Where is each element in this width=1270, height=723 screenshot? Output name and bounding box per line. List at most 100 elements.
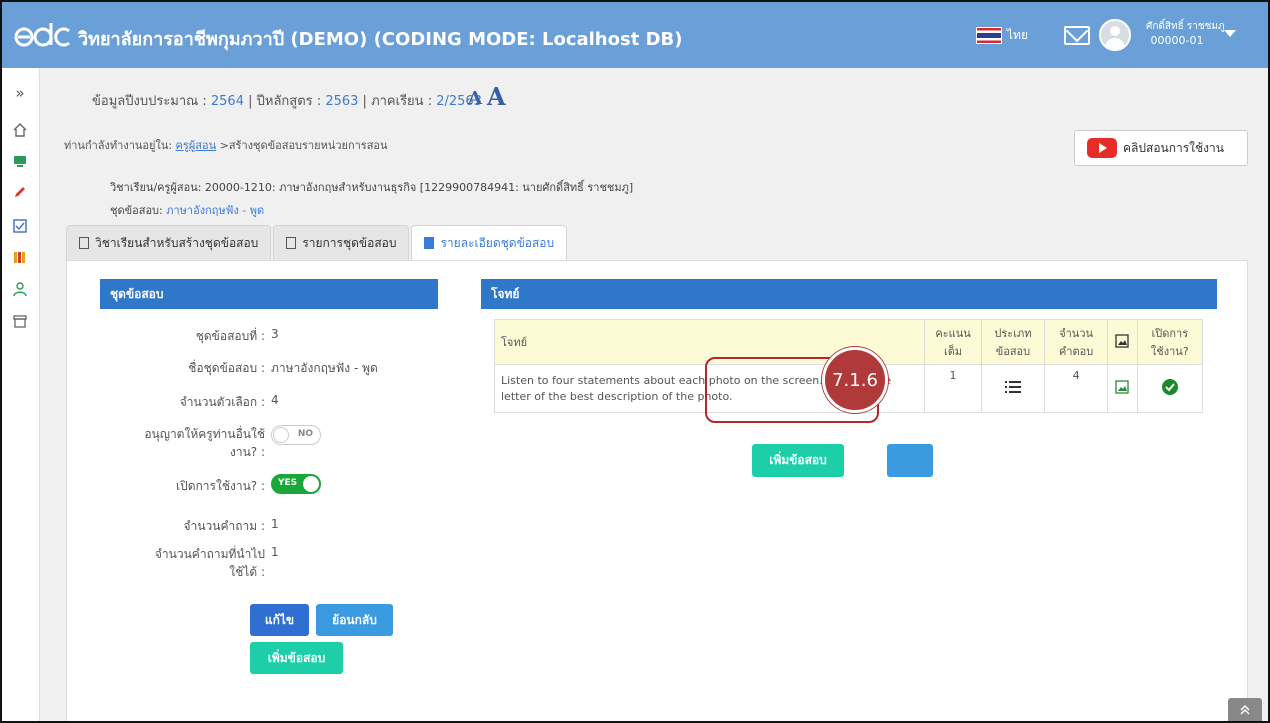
col-active: เปิดการใช้งาน? bbox=[1136, 319, 1204, 365]
document-icon bbox=[424, 237, 435, 249]
term-label: ภาคเรียน : bbox=[371, 94, 433, 109]
exam-set-name[interactable]: ภาษาอังกฤษฟัง - พูด bbox=[166, 204, 264, 217]
tab-exam-set-details[interactable]: รายละเอียดชุดข้อสอบ bbox=[411, 225, 568, 260]
user-icon[interactable] bbox=[11, 281, 29, 299]
home-icon[interactable] bbox=[11, 122, 29, 140]
toggle-knob bbox=[273, 427, 289, 443]
language-label: ไทย bbox=[1007, 28, 1028, 42]
document-icon bbox=[79, 237, 89, 249]
edc-logo bbox=[14, 23, 70, 47]
budget-label: ข้อมูลปีงบประมาณ : bbox=[92, 94, 207, 109]
toggle-text: NO bbox=[297, 429, 313, 439]
budget-info: ข้อมูลปีงบประมาณ : 2564 | ปีหลักสูตร : 2… bbox=[92, 94, 482, 109]
question-active-cell bbox=[1136, 364, 1204, 413]
back-button[interactable]: ย้อนกลับ bbox=[316, 604, 393, 636]
question-answers: 4 bbox=[1044, 364, 1109, 413]
chevron-double-right-icon[interactable]: » bbox=[11, 84, 29, 102]
col-type-line: ประเภท bbox=[994, 327, 1032, 340]
mail-icon[interactable] bbox=[1064, 26, 1090, 45]
tab-content: ชุดข้อสอบ ชุดข้อสอบที่ : 3 ชื่อชุดข้อสอบ… bbox=[66, 260, 1248, 721]
question-panel-header: โจทย์ bbox=[481, 279, 1217, 309]
col-image bbox=[1107, 319, 1138, 365]
col-score: คะแนนเต็ม bbox=[924, 319, 982, 365]
field-label: ชุดข้อสอบที่ : bbox=[195, 329, 265, 343]
caret-down-icon[interactable] bbox=[1224, 30, 1236, 37]
field-value: 1 bbox=[271, 545, 279, 559]
user-code[interactable]: 00000-01 bbox=[1146, 34, 1208, 47]
add-question-button-left[interactable]: เพิ่มข้อสอบ bbox=[250, 642, 343, 674]
sidebar: » bbox=[2, 68, 40, 721]
curriculum-label: ปีหลักสูตร : bbox=[256, 94, 322, 109]
field-label-line: อนุญาตให้ครูท่านอื่นใช้ bbox=[144, 427, 265, 441]
breadcrumb-prefix: ท่านกำลังทำงานอยู่ใน: bbox=[64, 139, 173, 152]
active-toggle[interactable]: YES bbox=[271, 474, 321, 494]
image-icon[interactable] bbox=[1115, 380, 1130, 394]
thai-flag-icon bbox=[976, 27, 1002, 44]
toggle-knob bbox=[303, 476, 319, 492]
question-image-cell bbox=[1107, 364, 1138, 413]
checkbox-icon[interactable] bbox=[11, 218, 29, 236]
youtube-icon bbox=[1087, 138, 1117, 158]
font-decrease-button[interactable]: A bbox=[468, 88, 482, 109]
edit-button[interactable]: แก้ไข bbox=[250, 604, 309, 636]
monitor-icon[interactable] bbox=[11, 153, 29, 171]
check-circle-icon[interactable] bbox=[1161, 378, 1179, 396]
field-label-line: จำนวนคำถามที่นำไป bbox=[154, 547, 265, 561]
field-label-line: ใช้ได้ : bbox=[229, 565, 265, 579]
share-toggle[interactable]: NO bbox=[271, 425, 321, 445]
pencil-icon[interactable] bbox=[11, 184, 29, 202]
breadcrumb-link-teacher[interactable]: ครูผู้สอน bbox=[176, 139, 217, 152]
breadcrumb: ท่านกำลังทำงานอยู่ใน: ครูผู้สอน >สร้างชุ… bbox=[64, 136, 388, 154]
breadcrumb-current: >สร้างชุดข้อสอบรายหน่วยการสอน bbox=[219, 139, 388, 152]
font-increase-button[interactable]: A bbox=[487, 82, 506, 111]
tab-exam-sets[interactable]: รายการชุดข้อสอบ bbox=[273, 225, 410, 260]
field-value: 3 bbox=[271, 327, 279, 341]
col-answers: จำนวนคำตอบ bbox=[1044, 319, 1109, 365]
avatar[interactable] bbox=[1099, 19, 1131, 51]
main-area: ข้อมูลปีงบประมาณ : 2564 | ปีหลักสูตร : 2… bbox=[40, 68, 1268, 721]
app-title: วิทยาลัยการอาชีพกุมภวาปี (DEMO) (CODING … bbox=[78, 29, 683, 50]
budget-value: 2564 bbox=[210, 94, 244, 109]
annotation-badge: 7.1.6 bbox=[822, 347, 888, 413]
language-switch[interactable]: ไทย bbox=[976, 26, 1028, 45]
tab-label: รายละเอียดชุดข้อสอบ bbox=[440, 235, 555, 250]
curriculum-value: 2563 bbox=[325, 94, 359, 109]
tabs: วิชาเรียนสำหรับสร้างชุดข้อสอบ รายการชุดข… bbox=[66, 225, 569, 260]
books-icon[interactable] bbox=[11, 249, 29, 267]
list-icon[interactable] bbox=[1004, 381, 1021, 393]
col-answers-line: จำนวน bbox=[1059, 327, 1094, 340]
field-label: อนุญาตให้ครูท่านอื่นใช้ งาน? : bbox=[107, 425, 265, 461]
tab-label: วิชาเรียนสำหรับสร้างชุดข้อสอบ bbox=[95, 235, 259, 250]
video-button-label: คลิปสอนการใช้งาน bbox=[1123, 140, 1224, 155]
add-question-button[interactable]: เพิ่มข้อสอบ bbox=[752, 444, 844, 477]
toggle-text: YES bbox=[278, 478, 298, 488]
col-active-line: เปิดการ bbox=[1151, 327, 1189, 340]
chevron-up-double-icon bbox=[1240, 704, 1250, 715]
video-tutorial-button[interactable]: คลิปสอนการใช้งาน bbox=[1074, 130, 1248, 166]
hidden-button-behind-annotation[interactable] bbox=[887, 444, 933, 477]
field-value: ภาษาอังกฤษฟัง - พูด bbox=[271, 361, 378, 375]
user-name[interactable]: ศักดิ์สิทธิ์ ราชชมภู bbox=[1146, 20, 1225, 34]
field-label: เปิดการใช้งาน? : bbox=[176, 479, 265, 493]
field-label: ชื่อชุดข้อสอบ : bbox=[188, 361, 265, 375]
field-label: จำนวนคำถามที่นำไป ใช้ได้ : bbox=[107, 545, 265, 581]
scroll-top-button[interactable] bbox=[1228, 698, 1262, 721]
tab-subjects[interactable]: วิชาเรียนสำหรับสร้างชุดข้อสอบ bbox=[66, 225, 272, 260]
exam-set-label: ชุดข้อสอบ: bbox=[110, 204, 163, 217]
field-label: จำนวนตัวเลือก : bbox=[179, 395, 265, 409]
field-value: 4 bbox=[271, 393, 279, 407]
question-type-cell bbox=[980, 364, 1046, 413]
field-label: จำนวนคำถาม : bbox=[183, 519, 265, 533]
col-score-line: คะแนน bbox=[935, 327, 971, 340]
col-type-line: ข้อสอบ bbox=[995, 345, 1031, 358]
document-icon bbox=[286, 237, 297, 249]
tab-label: รายการชุดข้อสอบ bbox=[302, 235, 397, 250]
field-label-line: งาน? : bbox=[229, 445, 265, 459]
top-bar: วิทยาลัยการอาชีพกุมภวาปี (DEMO) (CODING … bbox=[2, 2, 1268, 68]
field-value: 1 bbox=[271, 517, 279, 531]
archive-icon[interactable] bbox=[11, 313, 29, 331]
col-score-line: เต็ม bbox=[943, 345, 963, 358]
col-answers-line: คำตอบ bbox=[1058, 345, 1094, 358]
col-active-line: ใช้งาน? bbox=[1150, 345, 1189, 358]
exam-set-line: ชุดข้อสอบ: ภาษาอังกฤษฟัง - พูด bbox=[110, 201, 264, 219]
